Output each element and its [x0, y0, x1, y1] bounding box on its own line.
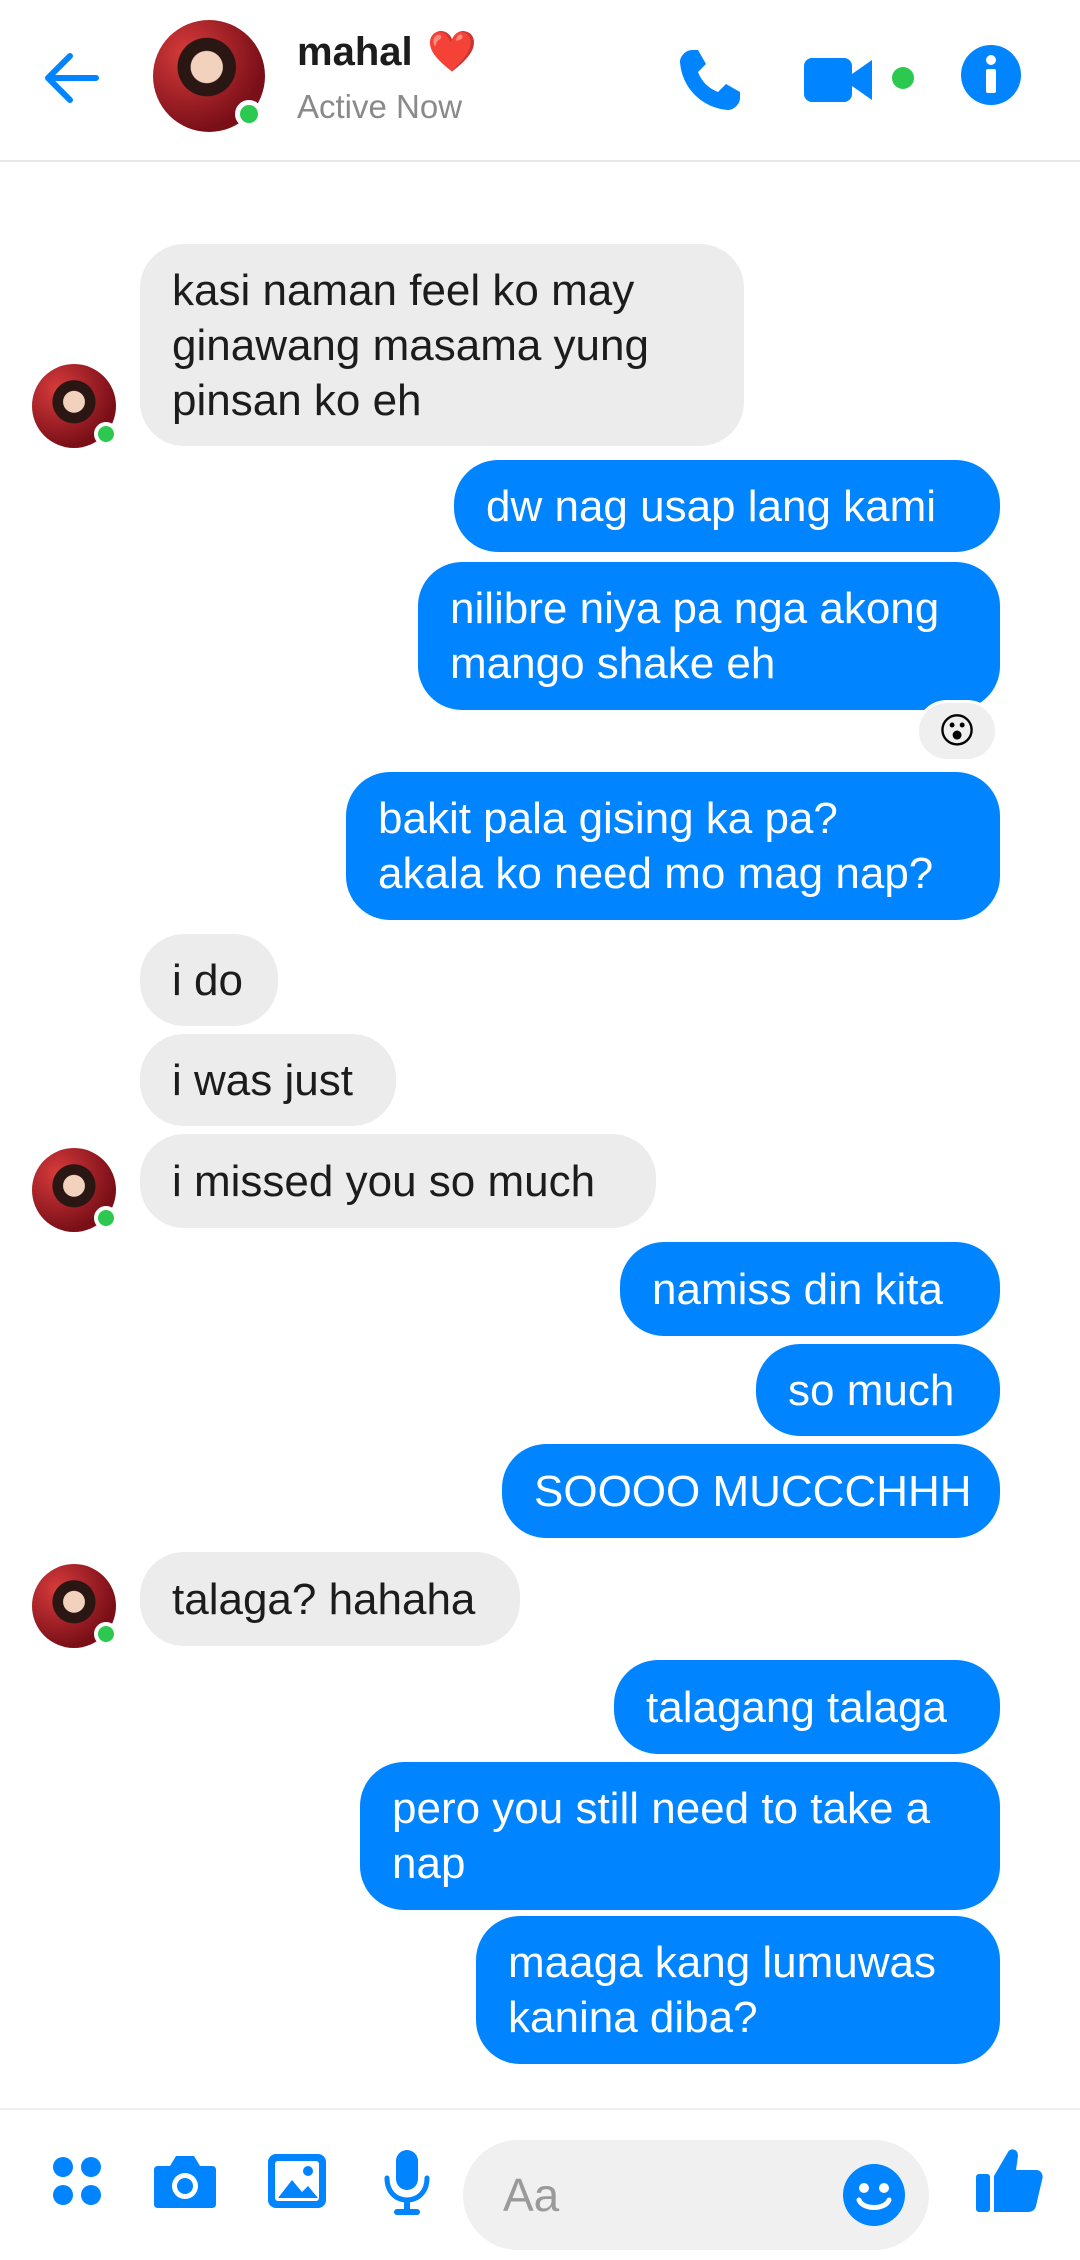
message-line: so much [788, 1365, 955, 1415]
message-line: nap [392, 1839, 466, 1888]
message-line: i do [172, 955, 243, 1005]
message-input[interactable] [503, 2140, 833, 2250]
camera-icon[interactable] [152, 2152, 218, 2210]
message-composer [0, 2108, 1080, 2260]
outgoing-message[interactable]: maaga kang lumuwas kanina diba? [476, 1916, 1000, 2064]
message-line: SOOOO MUCCCHHH [534, 1466, 972, 1516]
message-line: dw nag usap lang kami [486, 481, 937, 531]
back-arrow-icon[interactable] [38, 44, 106, 112]
outgoing-message[interactable]: SOOOO MUCCCHHH [502, 1444, 1000, 1538]
outgoing-message[interactable]: talagang talaga [614, 1660, 1000, 1754]
message-line: bakit pala gising ka pa? [378, 794, 838, 843]
video-camera-icon[interactable] [802, 52, 874, 108]
emoji-icon[interactable] [841, 2162, 907, 2228]
contact-avatar-small[interactable] [32, 1564, 118, 1648]
message-line: ginawang masama yung [172, 320, 649, 370]
outgoing-message[interactable]: bakit pala gising ka pa? akala ko need m… [346, 772, 1000, 920]
contact-name[interactable]: mahal [297, 30, 413, 75]
outgoing-message[interactable]: nilibre niya pa nga akong mango shake eh [418, 562, 1000, 710]
message-line: mango shake eh [450, 639, 776, 688]
message-line: pero you still need to take a [392, 1784, 931, 1833]
online-indicator [235, 100, 263, 128]
outgoing-message[interactable]: dw nag usap lang kami [454, 460, 1000, 552]
thumbs-up-icon[interactable] [974, 2144, 1046, 2216]
heart-emoji: ❤️ [427, 30, 477, 74]
message-line: talagang talaga [646, 1682, 947, 1732]
message-line: i was just [172, 1055, 353, 1105]
reaction-badge[interactable]: 😮 [916, 700, 998, 762]
message-line: i missed you so much [172, 1156, 596, 1206]
message-input-container[interactable] [463, 2140, 929, 2250]
incoming-message[interactable]: kasi naman feel ko may ginawang masama y… [140, 244, 744, 446]
reaction-emoji: 😮 [938, 710, 976, 751]
microphone-icon[interactable] [382, 2148, 432, 2216]
chat-header: mahal ❤️ Active Now [0, 0, 1080, 162]
online-indicator [94, 422, 118, 446]
incoming-message[interactable]: i was just [140, 1034, 396, 1126]
message-line: kasi naman feel ko may [172, 265, 635, 315]
message-line: kanina diba? [508, 1993, 758, 2042]
incoming-message[interactable]: talaga? hahaha [140, 1552, 520, 1646]
message-line: pinsan ko eh [172, 375, 422, 425]
message-line: maaga kang lumuwas [508, 1938, 937, 1987]
active-status: Active Now [297, 88, 463, 125]
contact-avatar-small[interactable] [32, 1148, 118, 1232]
online-indicator [94, 1622, 118, 1646]
message-line: namiss din kita [652, 1264, 944, 1314]
incoming-message[interactable]: i missed you so much [140, 1134, 656, 1228]
message-line: nilibre niya pa nga akong [450, 584, 940, 633]
contact-avatar[interactable] [153, 20, 265, 132]
video-active-indicator [892, 67, 914, 89]
incoming-message[interactable]: i do [140, 934, 278, 1026]
outgoing-message[interactable]: pero you still need to take a nap [360, 1762, 1000, 1910]
gallery-icon[interactable] [266, 2152, 328, 2210]
outgoing-message[interactable]: namiss din kita [620, 1242, 1000, 1336]
contact-avatar-small[interactable] [32, 364, 118, 448]
message-line: talaga? hahaha [172, 1574, 476, 1624]
online-indicator [94, 1206, 118, 1230]
apps-icon[interactable] [50, 2154, 104, 2208]
phone-icon[interactable] [672, 42, 748, 118]
message-line: akala ko need mo mag nap? [378, 849, 934, 898]
info-icon[interactable] [960, 44, 1022, 106]
outgoing-message[interactable]: so much [756, 1344, 1000, 1436]
